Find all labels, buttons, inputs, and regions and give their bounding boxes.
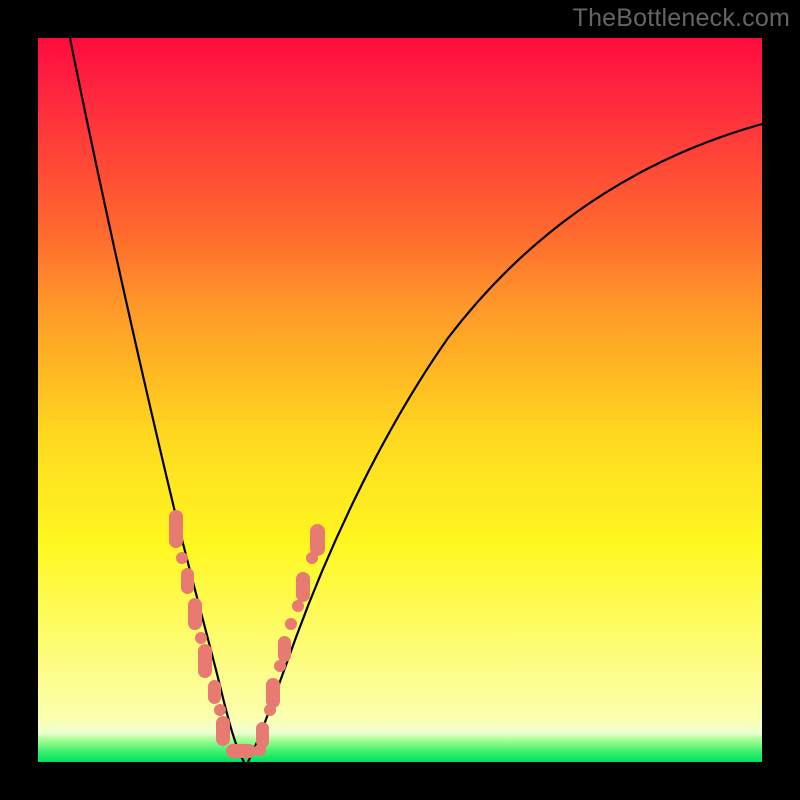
marker-pill bbox=[198, 644, 212, 678]
watermark-text: TheBottleneck.com bbox=[573, 4, 790, 33]
marker-pill bbox=[256, 722, 269, 748]
marker-pill bbox=[310, 524, 325, 556]
curve-right-branch bbox=[248, 124, 762, 762]
plot-area bbox=[38, 38, 762, 762]
right-branch-markers bbox=[256, 524, 325, 748]
chart-frame: TheBottleneck.com bbox=[0, 0, 800, 800]
marker-pill bbox=[188, 598, 202, 630]
marker-pill bbox=[278, 636, 291, 662]
marker-pill bbox=[181, 568, 194, 594]
marker-dot bbox=[195, 632, 207, 644]
marker-dot bbox=[214, 704, 226, 716]
marker-pill bbox=[296, 572, 310, 602]
marker-pill bbox=[208, 680, 221, 704]
marker-dot bbox=[285, 618, 297, 630]
marker-pill bbox=[216, 716, 230, 746]
marker-pill bbox=[226, 744, 256, 758]
curve-left-branch bbox=[70, 38, 244, 762]
marker-pill bbox=[266, 678, 280, 708]
marker-pill bbox=[169, 510, 183, 548]
marker-dot bbox=[176, 552, 188, 564]
bottleneck-curve bbox=[38, 38, 762, 762]
